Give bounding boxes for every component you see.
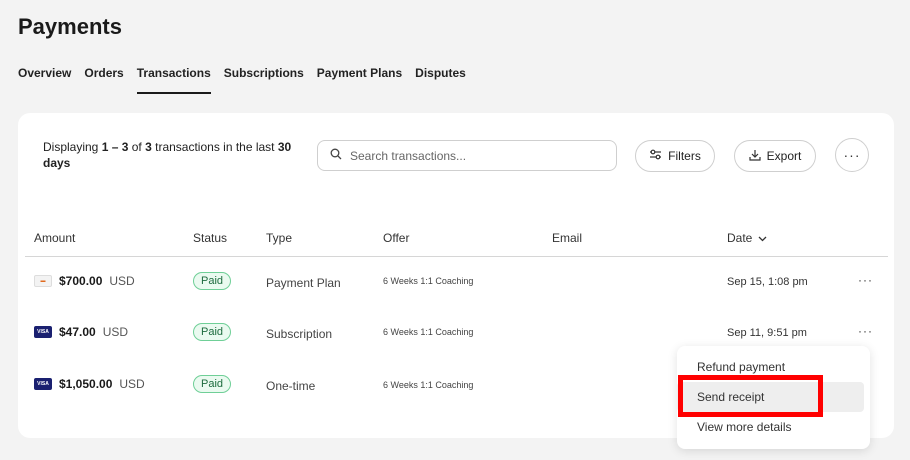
tab-subscriptions[interactable]: Subscriptions [224, 66, 304, 94]
offer-cell: 6 Weeks 1:1 Coaching [383, 276, 474, 286]
status-badge: Paid [193, 272, 232, 290]
more-icon: ··· [843, 147, 861, 163]
search-icon [330, 147, 342, 165]
amount-value: $700.00 [59, 274, 103, 288]
filters-label: Filters [668, 149, 701, 163]
chevron-down-icon [758, 231, 767, 245]
amount-value: $47.00 [59, 325, 96, 339]
currency: USD [109, 274, 135, 288]
amount-cell: ▬ $700.00 USD [34, 274, 135, 288]
tab-payment-plans[interactable]: Payment Plans [317, 66, 402, 94]
export-button[interactable]: Export [734, 140, 816, 172]
type-cell: Payment Plan [266, 276, 341, 290]
tab-bar: Overview Orders Transactions Subscriptio… [18, 66, 479, 94]
download-icon [749, 149, 761, 164]
amount-cell: VISA $1,050.00 USD [34, 377, 145, 391]
tab-transactions[interactable]: Transactions [136, 66, 211, 94]
status-badge: Paid [193, 323, 232, 341]
visa-card-icon: VISA [34, 326, 52, 338]
column-type[interactable]: Type [266, 231, 292, 245]
column-date[interactable]: Date [727, 231, 767, 245]
export-label: Export [766, 149, 802, 163]
tab-disputes[interactable]: Disputes [415, 66, 466, 94]
visa-card-icon: VISA [34, 378, 52, 390]
column-status[interactable]: Status [193, 231, 227, 245]
date-cell: Sep 11, 9:51 pm [727, 327, 807, 339]
table-header: Amount Status Type Offer Email Date [25, 221, 888, 257]
type-cell: One-time [266, 379, 316, 393]
more-options-button[interactable]: ··· [835, 138, 869, 172]
currency: USD [119, 377, 145, 391]
card-brand-icon: ▬ [34, 275, 52, 287]
row-more-icon[interactable]: ··· [858, 273, 873, 287]
sliders-icon [649, 149, 662, 163]
page-title: Payments [18, 14, 122, 39]
column-email[interactable]: Email [552, 231, 582, 245]
offer-cell: 6 Weeks 1:1 Coaching [383, 380, 474, 390]
column-offer[interactable]: Offer [383, 231, 409, 245]
status-badge: Paid [193, 375, 232, 393]
search-input[interactable] [350, 148, 590, 163]
tab-orders[interactable]: Orders [84, 66, 123, 94]
currency: USD [102, 325, 129, 339]
tab-overview[interactable]: Overview [18, 66, 71, 94]
column-date-label: Date [727, 231, 753, 245]
amount-cell: VISA $47.00 USD [34, 325, 128, 339]
table-row[interactable]: ▬ $700.00 USD Paid Payment Plan 6 Weeks … [25, 258, 888, 309]
results-summary: Displaying 1 – 3 of 3 transactions in th… [43, 140, 292, 170]
type-cell: Subscription [266, 327, 333, 341]
filters-button[interactable]: Filters [635, 140, 715, 172]
amount-value: $1,050.00 [59, 377, 113, 391]
date-cell: Sep 15, 1:08 pm [727, 276, 808, 288]
offer-cell: 6 Weeks 1:1 Coaching [383, 327, 474, 337]
highlight-box [678, 375, 823, 417]
search-box[interactable] [317, 140, 617, 171]
column-amount[interactable]: Amount [34, 231, 75, 245]
row-more-icon[interactable]: ··· [858, 324, 873, 338]
